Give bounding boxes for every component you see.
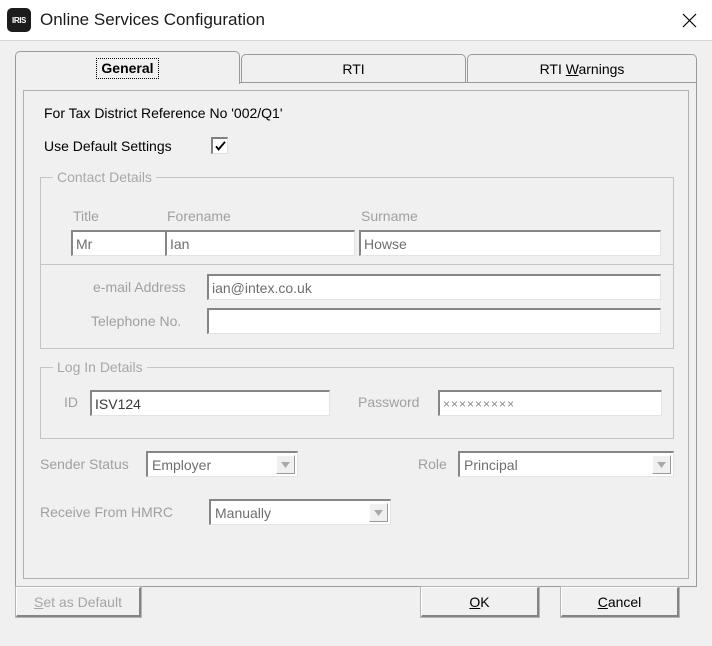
receive-from-hmrc-chevron-down-icon[interactable] xyxy=(369,503,388,522)
login-id-label: ID xyxy=(64,394,78,410)
cancel-accel: C xyxy=(597,593,608,610)
page-title: For Tax District Reference No '002/Q1' xyxy=(44,105,283,121)
tab-general-label: General xyxy=(96,57,159,79)
forename-label: Forename xyxy=(167,208,231,224)
close-button[interactable] xyxy=(666,0,712,40)
title-bar: IRIS Online Services Configuration xyxy=(0,0,712,40)
tab-rti-label: RTI xyxy=(342,60,365,77)
tab-strip: General RTI RTI Warnings xyxy=(15,51,697,84)
receive-from-hmrc-label: Receive From HMRC xyxy=(40,504,174,520)
receive-from-hmrc-value: Manually xyxy=(215,504,272,521)
ok-button[interactable]: OK xyxy=(420,586,540,618)
tab-rti-warnings[interactable]: RTI Warnings xyxy=(467,54,697,83)
role-select[interactable]: Principal xyxy=(458,451,674,477)
role-value: Principal xyxy=(464,456,518,473)
contact-details-group-label: Contact Details xyxy=(53,169,156,185)
ok-accel: O xyxy=(469,593,481,610)
iris-logo-icon: IRIS xyxy=(7,8,31,32)
tab-rti[interactable]: RTI xyxy=(241,54,466,83)
forename-input[interactable]: Ian xyxy=(165,230,355,256)
receive-from-hmrc-select[interactable]: Manually xyxy=(209,499,391,525)
title-label: Title xyxy=(73,208,99,224)
contact-extra-group: e-mail Address ian@intex.co.uk Telephone… xyxy=(40,265,674,349)
telephone-input[interactable] xyxy=(207,308,661,334)
cancel-button[interactable]: Cancel xyxy=(560,586,680,618)
telephone-label: Telephone No. xyxy=(91,313,182,329)
checkmark-icon xyxy=(215,141,226,151)
window-title: Online Services Configuration xyxy=(40,10,265,29)
tab-rti-warnings-label: RTI Warnings xyxy=(539,60,625,77)
surname-label: Surname xyxy=(361,208,418,224)
general-tab-panel-inner: For Tax District Reference No '002/Q1' U… xyxy=(23,90,689,579)
set-as-default-label: Set as Default xyxy=(34,593,122,610)
email-input[interactable]: ian@intex.co.uk xyxy=(207,274,661,300)
tab-rti-warnings-accel: W xyxy=(565,60,579,77)
sender-status-chevron-down-icon[interactable] xyxy=(276,455,295,474)
sender-status-value: Employer xyxy=(152,456,212,473)
password-label: Password xyxy=(358,394,420,410)
cancel-label: Cancel xyxy=(597,593,642,610)
window-body: General RTI RTI Warnings For Tax Distric… xyxy=(0,40,712,646)
ok-label: OK xyxy=(469,593,490,610)
set-as-default-accel: S xyxy=(34,593,44,610)
tab-general[interactable]: General xyxy=(15,51,240,84)
login-id-input[interactable]: ISV124 xyxy=(90,390,330,416)
login-details-group-label: Log In Details xyxy=(53,359,147,375)
email-label: e-mail Address xyxy=(93,279,186,295)
surname-input[interactable]: Howse xyxy=(359,230,661,256)
use-default-settings-checkbox[interactable] xyxy=(211,137,228,154)
set-as-default-button[interactable]: Set as Default xyxy=(15,586,142,618)
iris-logo-text: IRIS xyxy=(12,15,26,25)
title-input[interactable]: Mr xyxy=(71,230,168,256)
password-input[interactable]: ××××××××× xyxy=(438,390,662,416)
use-default-settings-label: Use Default Settings xyxy=(44,138,172,154)
sender-status-select[interactable]: Employer xyxy=(146,451,298,477)
general-tab-panel: For Tax District Reference No '002/Q1' U… xyxy=(15,82,697,587)
close-icon xyxy=(682,13,696,27)
contact-details-group: Contact Details Title Mr Forename Ian Su… xyxy=(40,169,674,265)
role-chevron-down-icon[interactable] xyxy=(652,455,671,474)
login-details-group: Log In Details ID ISV124 Password ××××××… xyxy=(40,359,674,439)
sender-status-label: Sender Status xyxy=(40,456,129,472)
role-label: Role xyxy=(418,456,447,472)
